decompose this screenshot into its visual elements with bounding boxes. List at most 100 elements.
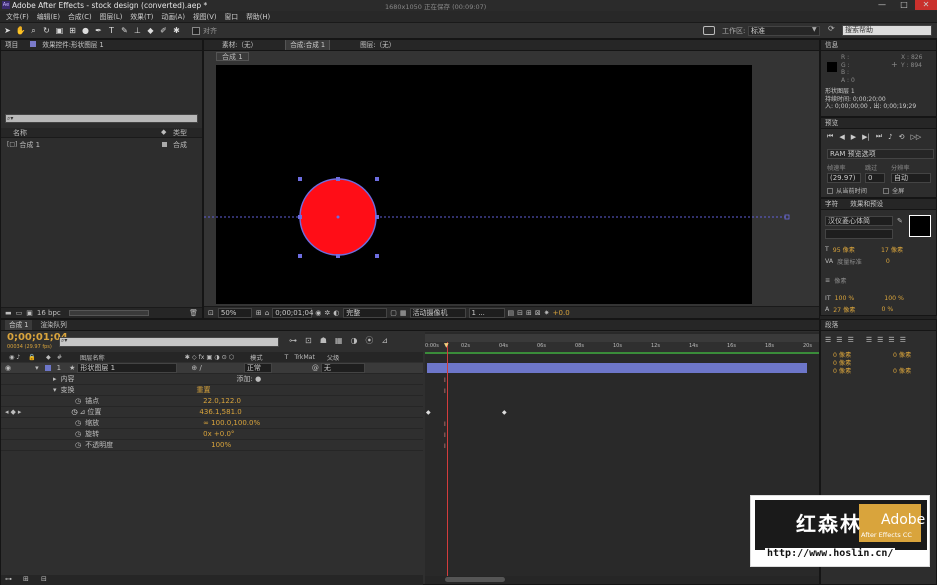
font-style-select[interactable] [825, 229, 893, 239]
space-after-value[interactable]: 0 像素 [893, 366, 911, 375]
eraser-tool-icon[interactable]: ◆ [145, 25, 156, 36]
shy-icon[interactable]: ☗ [320, 336, 327, 345]
prop-value[interactable]: 100% [211, 440, 231, 451]
mask-visibility-icon[interactable]: ⌂ [265, 309, 269, 317]
fullscreen-checkbox[interactable] [882, 187, 889, 194]
sync-icon[interactable]: ⟳ [828, 24, 840, 36]
comp-mini-flowchart-icon[interactable]: ⊶ [289, 336, 297, 345]
bbox-handle[interactable] [375, 254, 379, 258]
close-button[interactable]: ✕ [915, 0, 937, 10]
bbox-handle[interactable] [336, 254, 340, 258]
bbox-handle[interactable] [298, 177, 302, 181]
snapshot-icon[interactable]: ◉ [315, 309, 321, 317]
stroke-width-value[interactable]: 像素 [834, 276, 846, 285]
minimize-button[interactable]: — [871, 0, 893, 10]
menu-window[interactable]: 窗口 [225, 11, 239, 23]
project-scrollbar[interactable] [68, 310, 149, 316]
timeline-icon[interactable]: ⊞ [526, 309, 532, 317]
playhead-handle-icon[interactable]: ▼ [444, 342, 449, 349]
expand-icon[interactable]: ▸ [53, 374, 57, 385]
tab-composition[interactable]: 合成:合成 1 [285, 40, 331, 50]
new-folder-icon[interactable]: ▭ [16, 309, 23, 317]
tab-effects-presets[interactable]: 效果和预设 [850, 200, 883, 208]
timeline-search-input[interactable] [59, 337, 279, 347]
show-snapshot-icon[interactable]: ✲ [324, 309, 330, 317]
ram-preview-icon[interactable]: ▷▷ [911, 133, 922, 141]
col-type[interactable]: 类型 [173, 128, 187, 138]
next-keyframe-icon[interactable]: ▸ [18, 407, 22, 418]
tab-comp1[interactable]: 合成 1 [5, 320, 33, 330]
tab-project[interactable]: 项目 [5, 41, 18, 49]
bbox-handle[interactable] [298, 215, 302, 219]
justify-center-icon[interactable]: ☰ [877, 336, 883, 344]
horizontal-scale-value[interactable]: 100 % [884, 295, 904, 302]
current-time-display[interactable]: 0;00;01;04 [272, 307, 313, 318]
layer-duration-bar[interactable] [427, 363, 807, 373]
menu-animation[interactable]: 动画(A) [161, 11, 185, 23]
prev-frame-icon[interactable]: ◀ [839, 133, 844, 141]
draft-3d-icon[interactable]: ⊡ [305, 336, 312, 345]
visibility-icon[interactable]: ◉ [5, 363, 11, 374]
help-search-input[interactable]: 搜索帮助 [842, 25, 932, 36]
next-frame-icon[interactable]: ▶| [862, 133, 870, 141]
vertical-scale-value[interactable]: 100 % [835, 295, 855, 302]
flowchart-icon[interactable]: ⊠ [535, 309, 541, 317]
prop-anchor-point[interactable]: ◷ 锚点 22.0,122.0 [1, 396, 423, 407]
expand-icon[interactable]: ▾ [35, 363, 39, 374]
puppet-tool-icon[interactable]: ✱ [171, 25, 182, 36]
comp-subtab[interactable]: 合成 1 [216, 52, 249, 61]
roto-tool-icon[interactable]: ✐ [158, 25, 169, 36]
brush-tool-icon[interactable]: ✎ [119, 25, 130, 36]
tracking-value[interactable]: 0 [886, 258, 890, 265]
from-current-checkbox[interactable] [827, 187, 833, 194]
skip-input[interactable]: 0 [865, 173, 885, 183]
prop-transform[interactable]: ▾ 变换 重置 [1, 385, 423, 396]
new-comp-icon[interactable]: ▣ [26, 309, 33, 317]
stopwatch-icon[interactable]: ◷ [75, 429, 81, 440]
stopwatch-icon[interactable]: ◷ [75, 396, 81, 407]
clone-tool-icon[interactable]: ⊥ [132, 25, 143, 36]
comp-viewer-canvas[interactable] [204, 65, 790, 304]
region-of-interest-icon[interactable]: ▢ [390, 309, 397, 317]
channel-icon[interactable]: ◐ [333, 309, 339, 317]
kerning-value[interactable]: 度量标准 [837, 257, 862, 266]
col-parent[interactable]: 父级 [327, 353, 339, 362]
brainstorm-icon[interactable]: ⦿ [365, 335, 373, 346]
tab-layer[interactable]: 图层:（无） [360, 40, 395, 50]
prop-rotation[interactable]: ◷ 旋转 0x +0.0° [1, 429, 423, 440]
anchor-point[interactable] [336, 215, 340, 219]
col-name[interactable]: 名称 [13, 128, 27, 138]
align-checkbox[interactable] [192, 26, 200, 35]
exposure-value[interactable]: +0.0 [553, 309, 570, 317]
view-layout-select[interactable]: 1 ... [468, 307, 505, 318]
last-frame-icon[interactable]: ⏭ [876, 132, 882, 141]
stopwatch-active-icon[interactable]: ◷ [71, 407, 77, 418]
loop-icon[interactable]: ⟲ [899, 133, 905, 141]
tab-render-queue[interactable]: 渲染队列 [40, 320, 66, 330]
justify-left-icon[interactable]: ☰ [866, 336, 872, 344]
expand-icon[interactable]: ▾ [53, 385, 57, 396]
tab-effect-controls[interactable]: 效果控件:形状图层 1 [42, 41, 103, 49]
justify-all-icon[interactable]: ☰ [900, 336, 906, 344]
space-before-value[interactable]: 0 像素 [833, 366, 851, 375]
menu-effect[interactable]: 效果(T) [130, 11, 153, 23]
interpret-footage-icon[interactable]: ▬ [5, 309, 12, 317]
frame-blend-icon[interactable]: ▦ [335, 336, 343, 345]
prop-value[interactable]: ∞ 100.0,100.0% [203, 418, 260, 429]
col-t[interactable]: T [285, 354, 289, 361]
layer-row[interactable]: ◉ ▾ 1 ★ 形状图层 1 ⊕ / 正常 @ 无 [1, 363, 423, 374]
time-navigator[interactable] [425, 576, 819, 584]
menu-edit[interactable]: 编辑(E) [37, 11, 60, 23]
label-color[interactable] [44, 365, 51, 371]
tsume-value[interactable]: 0 % [881, 306, 893, 313]
parent-pickwhip-icon[interactable]: @ [312, 363, 319, 374]
col-trkmat[interactable]: TrkMat [294, 354, 315, 361]
first-frame-icon[interactable]: ⏮ [827, 132, 833, 141]
project-item-comp1[interactable]: [□] 合成 1 合成 [7, 140, 202, 150]
align-right-icon[interactable]: ☰ [848, 336, 854, 344]
menu-file[interactable]: 文件(F) [6, 11, 29, 23]
always-preview-icon[interactable]: ⊡ [208, 309, 214, 317]
col-layer-name[interactable]: 图层名称 [80, 353, 105, 362]
bbox-handle[interactable] [375, 177, 379, 181]
bbox-handle[interactable] [375, 215, 379, 219]
